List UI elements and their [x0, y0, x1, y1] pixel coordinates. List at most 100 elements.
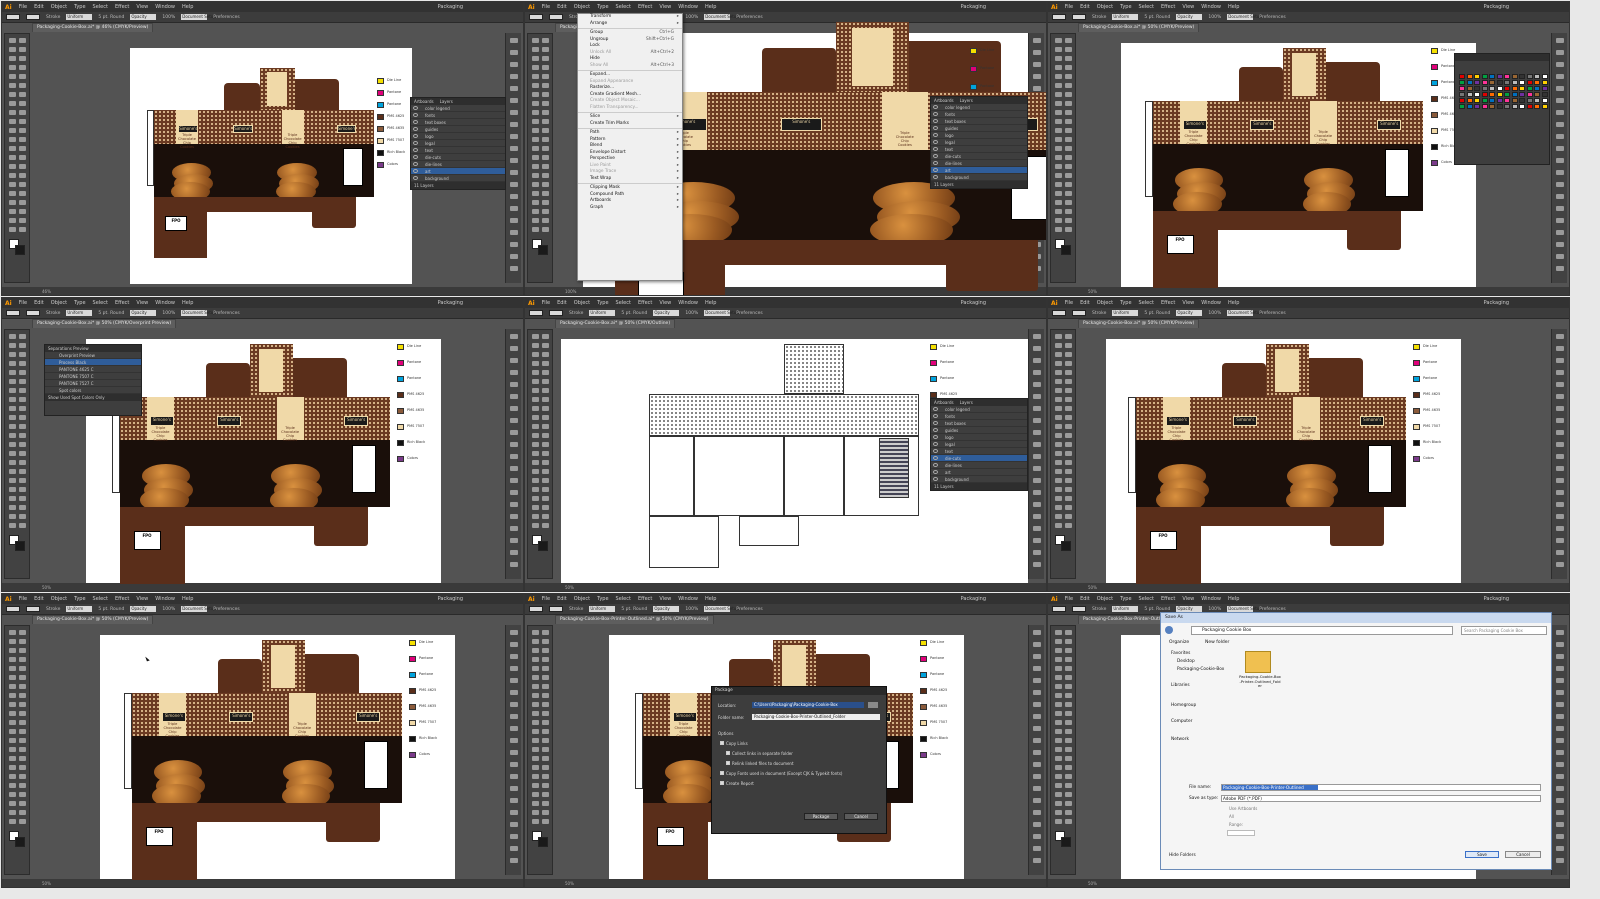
document-tab[interactable]: Packaging-Cookie-Box.ai* @ 50% (CMYK/Pre… [32, 615, 154, 624]
tool-icon[interactable] [532, 756, 539, 761]
layer-row[interactable]: guides [931, 125, 1027, 132]
layers-panel-header[interactable]: Artboards Layers [931, 399, 1027, 406]
tool-icon[interactable] [9, 496, 16, 501]
layer-row[interactable]: logo [931, 434, 1027, 441]
layer-row[interactable]: color legend [931, 104, 1027, 111]
panel-icon[interactable] [1556, 74, 1564, 79]
tool-icon[interactable] [9, 810, 16, 815]
control-dropdown[interactable]: Opacity [1176, 310, 1203, 316]
tool-icon[interactable] [9, 119, 16, 124]
tool-icon[interactable] [1065, 792, 1072, 797]
panel-icon[interactable] [1033, 642, 1041, 647]
tool-icon[interactable] [542, 343, 549, 348]
menu-item[interactable]: Show All Alt+Ctrl+3 [578, 63, 682, 70]
tool-icon[interactable] [1065, 675, 1072, 680]
tool-icon[interactable] [1065, 460, 1072, 465]
panel-icon[interactable] [1033, 834, 1041, 839]
tool-icon[interactable] [542, 415, 549, 420]
folder-item[interactable]: Packaging-Cookie-Box-Printer-Outlined_Fo… [1239, 651, 1281, 701]
stroke-swatch[interactable] [549, 14, 563, 20]
control-dropdown[interactable]: Document Setup [1227, 14, 1262, 20]
tool-icon[interactable] [542, 648, 549, 653]
tool-icon[interactable] [542, 702, 549, 707]
tool-icon[interactable] [19, 146, 26, 151]
tool-icon[interactable] [1055, 693, 1062, 698]
tool-icon[interactable] [1055, 65, 1062, 70]
swatch-cell[interactable] [1511, 98, 1518, 103]
layer-row[interactable]: fonts [931, 111, 1027, 118]
tool-icon[interactable] [19, 83, 26, 88]
tool-icon[interactable] [1055, 487, 1062, 492]
swatch-cell[interactable] [1541, 92, 1548, 97]
panel-icon[interactable] [510, 762, 518, 767]
panel-icon[interactable] [1556, 798, 1564, 803]
swatch-cell[interactable] [1534, 86, 1540, 91]
tool-icon[interactable] [532, 774, 539, 779]
tool-icon[interactable] [1065, 38, 1072, 43]
tool-icon[interactable] [542, 487, 549, 492]
tool-icon[interactable] [9, 164, 16, 169]
panel-icon[interactable] [1033, 714, 1041, 719]
save-button[interactable]: Save [1465, 851, 1499, 858]
eye-icon[interactable] [933, 133, 938, 137]
stroke-swatch[interactable] [549, 310, 563, 316]
panel-icon[interactable] [1556, 810, 1564, 815]
tool-icon[interactable] [19, 801, 26, 806]
tool-icon[interactable] [1055, 218, 1062, 223]
eye-icon[interactable] [933, 161, 938, 165]
eye-icon[interactable] [933, 456, 938, 460]
layer-row[interactable]: die-cuts [931, 455, 1027, 462]
tool-icon[interactable] [19, 720, 26, 725]
swatch-cell[interactable] [1504, 98, 1510, 103]
tool-icon[interactable] [1065, 810, 1072, 815]
tool-icon[interactable] [532, 128, 539, 133]
panel-icon[interactable] [510, 702, 518, 707]
tool-icon[interactable] [1055, 56, 1062, 61]
swatch-cell[interactable] [1534, 80, 1540, 85]
tool-icon[interactable] [1055, 83, 1062, 88]
menu-effect[interactable]: Effect [115, 300, 129, 306]
panel-icon[interactable] [1556, 822, 1564, 827]
tool-icon[interactable] [9, 200, 16, 205]
tool-icon[interactable] [532, 639, 539, 644]
tool-icon[interactable] [19, 200, 26, 205]
tool-icon[interactable] [542, 119, 549, 124]
fill-swatch[interactable] [6, 310, 20, 316]
panel-icon[interactable] [1556, 490, 1564, 495]
swatch-cell[interactable] [1511, 74, 1518, 79]
zoom-level[interactable]: 50% [565, 881, 574, 886]
control-label[interactable]: Preferences [736, 15, 762, 20]
panel-icon[interactable] [510, 98, 518, 103]
menu-object[interactable]: Object [574, 300, 590, 306]
tool-icon[interactable] [9, 756, 16, 761]
separation-row[interactable]: PANTONE 4625 C [45, 366, 141, 373]
tool-icon[interactable] [542, 227, 549, 232]
control-label[interactable]: 100% [162, 607, 175, 612]
panel-icon[interactable] [1556, 702, 1564, 707]
panel-icon[interactable] [510, 254, 518, 259]
panel-icon[interactable] [1556, 134, 1564, 139]
menu-object[interactable]: Object [574, 596, 590, 602]
tool-icon[interactable] [532, 433, 539, 438]
fill-swatch[interactable] [6, 606, 20, 612]
panel-icon[interactable] [1556, 122, 1564, 127]
panel-icon[interactable] [1556, 478, 1564, 483]
panel-icon[interactable] [1033, 466, 1041, 471]
panel-icon[interactable] [1556, 526, 1564, 531]
panel-icon[interactable] [1556, 726, 1564, 731]
menu-view[interactable]: View [136, 4, 148, 10]
tool-icon[interactable] [532, 747, 539, 752]
layer-row[interactable]: logo [411, 133, 505, 140]
layer-row[interactable]: logo [931, 132, 1027, 139]
stroke-color-icon[interactable] [538, 541, 548, 551]
eye-icon[interactable] [933, 119, 938, 123]
tool-icon[interactable] [542, 146, 549, 151]
tool-icon[interactable] [542, 523, 549, 528]
menu-window[interactable]: Window [155, 596, 175, 602]
layer-row[interactable]: text boxes [411, 119, 505, 126]
swatch-cell[interactable] [1519, 98, 1525, 103]
eye-icon[interactable] [413, 162, 418, 166]
control-dropdown[interactable]: Document Setup [181, 14, 216, 20]
eye-icon[interactable] [413, 176, 418, 180]
menu-file[interactable]: File [19, 596, 27, 602]
